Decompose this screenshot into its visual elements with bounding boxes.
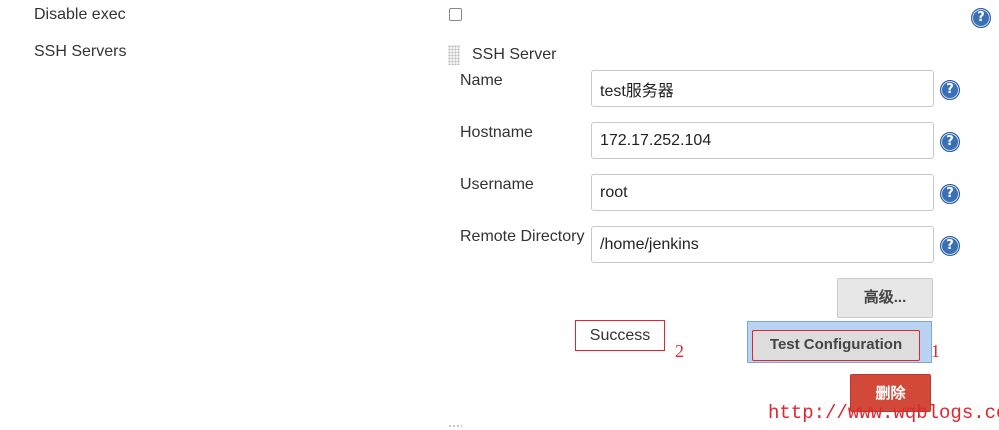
test-configuration-button[interactable]: Test Configuration: [752, 330, 920, 361]
help-icon[interactable]: ?: [971, 8, 991, 28]
drag-handle-bottom-icon[interactable]: [448, 424, 462, 428]
hostname-input[interactable]: [591, 122, 934, 159]
watermark-text: http://www.wqblogs.com: [768, 402, 999, 424]
remote-directory-input[interactable]: [591, 226, 934, 263]
remote-directory-help-icon[interactable]: ?: [940, 236, 960, 256]
drag-handle-icon[interactable]: [448, 45, 460, 65]
annotation-marker-1: 1: [931, 341, 940, 361]
ssh-server-section-title: SSH Server: [472, 46, 557, 63]
name-input[interactable]: [591, 70, 934, 107]
disable-exec-checkbox[interactable]: [449, 8, 462, 21]
username-label: Username: [460, 176, 534, 193]
test-status-text: Success: [575, 320, 665, 351]
annotation-marker-2: 2: [675, 341, 684, 361]
remote-directory-label: Remote Directory: [460, 228, 585, 245]
hostname-label: Hostname: [460, 124, 533, 141]
ssh-servers-label: SSH Servers: [34, 43, 127, 60]
name-label: Name: [460, 72, 503, 89]
hostname-help-icon[interactable]: ?: [940, 132, 960, 152]
username-input[interactable]: [591, 174, 934, 211]
advanced-button[interactable]: 高级...: [837, 278, 933, 318]
disable-exec-label: Disable exec: [34, 6, 126, 23]
name-help-icon[interactable]: ?: [940, 80, 960, 100]
username-help-icon[interactable]: ?: [940, 184, 960, 204]
